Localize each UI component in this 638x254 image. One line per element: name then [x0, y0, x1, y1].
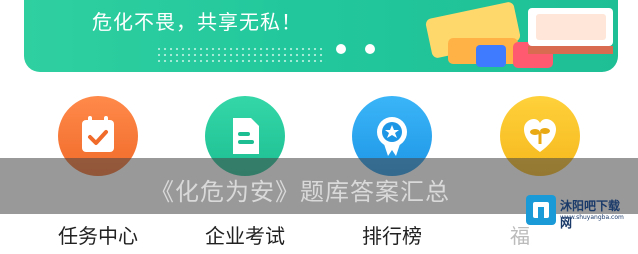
- calendar-check-icon: [82, 116, 114, 152]
- menu-label-task-center[interactable]: 任务中心: [38, 220, 158, 249]
- caption-overlay-text: 《化危为安》题库答案汇总: [150, 178, 450, 206]
- watermark-logo-icon: [526, 195, 556, 225]
- watermark-subtitle: www.shuyangba.com: [560, 214, 624, 221]
- banner-dot-pattern: [156, 46, 326, 62]
- menu-label-enterprise-exam[interactable]: 企业考试: [185, 220, 305, 249]
- banner[interactable]: 危化不畏，共享无私！: [24, 0, 618, 72]
- site-watermark: 沐阳吧下载网 www.shuyangba.com: [526, 195, 630, 231]
- books-illustration-icon: [425, 2, 613, 68]
- slider-dot-2[interactable]: [365, 44, 375, 54]
- banner-slogan: 危化不畏，共享无私！: [92, 10, 302, 34]
- slider-dot-1[interactable]: [336, 44, 346, 54]
- document-icon: [233, 118, 259, 154]
- menu-label-leaderboard[interactable]: 排行榜: [332, 220, 452, 249]
- medal-star-icon: [377, 117, 407, 156]
- heart-plant-icon: [524, 119, 556, 152]
